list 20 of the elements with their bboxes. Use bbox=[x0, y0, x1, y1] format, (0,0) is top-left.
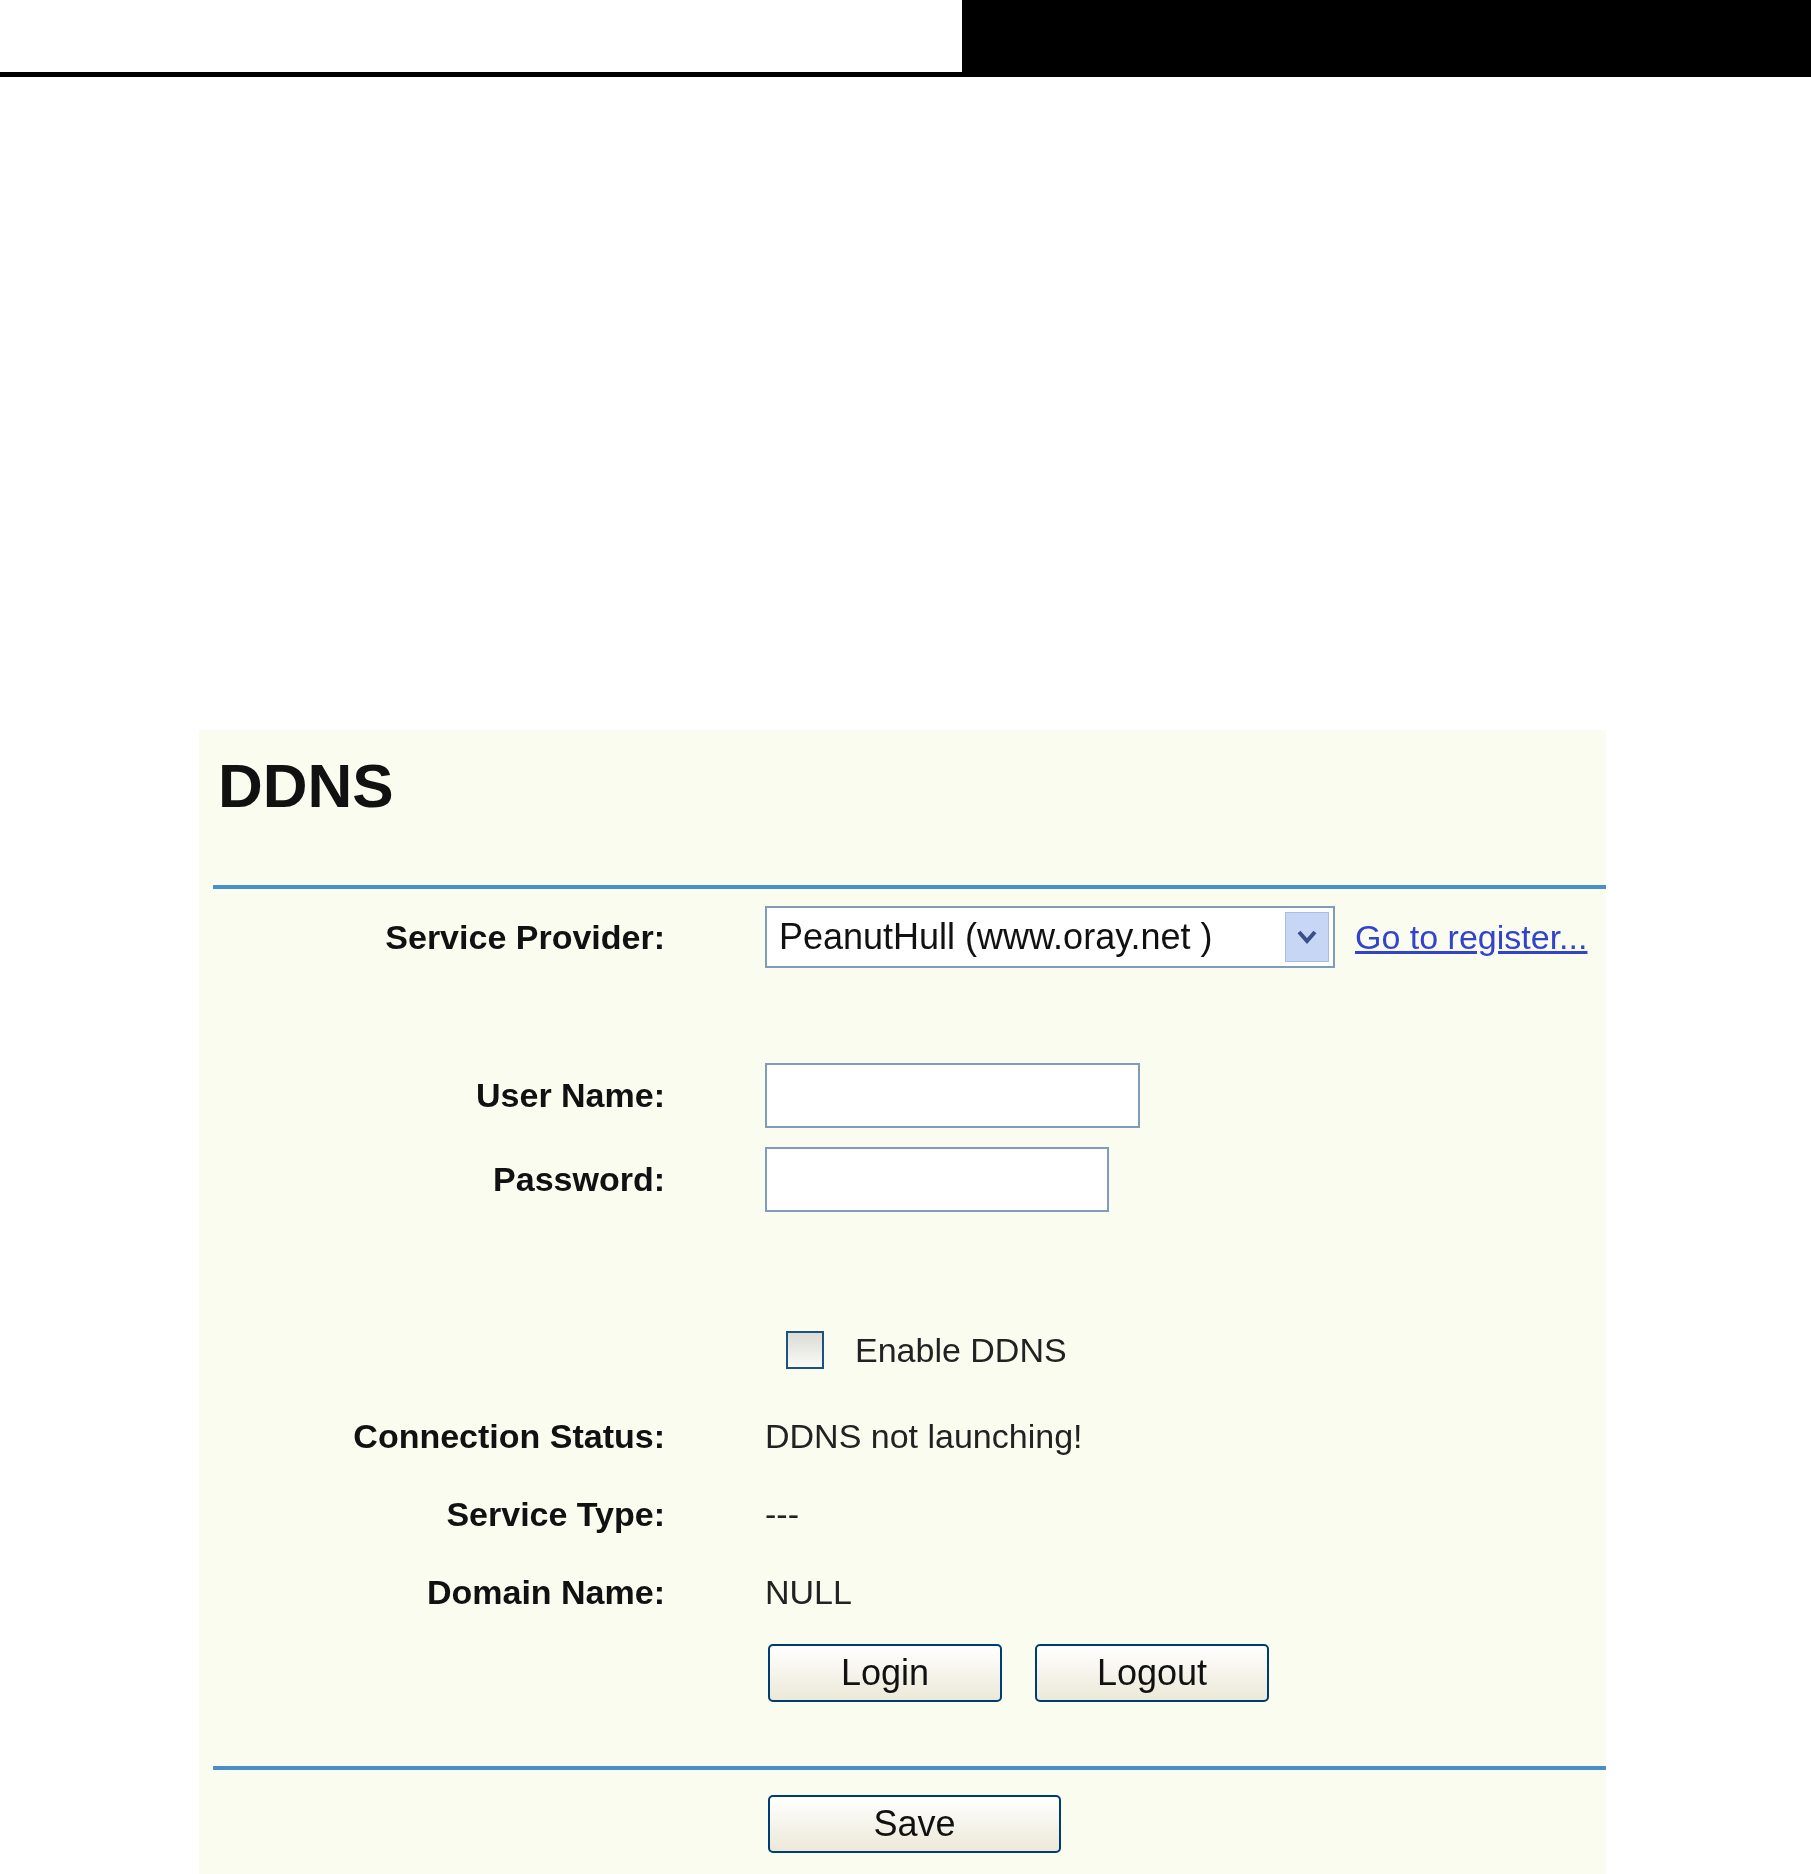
field-label: User Name: bbox=[475, 1076, 665, 1115]
field-value: DDNS not launching! bbox=[765, 1416, 1083, 1456]
action-button[interactable]: Login bbox=[768, 1644, 1002, 1702]
field-label: Service Type: bbox=[445, 1494, 665, 1534]
field-label: Connection Status: bbox=[352, 1416, 665, 1456]
field-value: NULL bbox=[765, 1572, 852, 1612]
register-link[interactable]: Go to register... bbox=[1355, 917, 1588, 957]
checkbox[interactable] bbox=[786, 1331, 824, 1369]
text-field[interactable] bbox=[765, 1063, 1140, 1128]
text-field[interactable] bbox=[765, 1147, 1109, 1212]
caret-icon bbox=[1297, 930, 1317, 944]
field-label: Domain Name: bbox=[425, 1572, 665, 1612]
field-label: Service Provider: bbox=[384, 917, 665, 957]
checkbox-label: Enable DDNS bbox=[855, 1330, 1067, 1370]
page-title: DDNS bbox=[218, 752, 395, 820]
provider-dropdown[interactable]: PeanutHull (www.oray.net ) bbox=[765, 906, 1335, 968]
field-value: --- bbox=[765, 1494, 799, 1534]
action-button[interactable]: Logout bbox=[1035, 1644, 1269, 1702]
save-button[interactable]: Save bbox=[768, 1795, 1061, 1853]
field-label: Password: bbox=[492, 1160, 665, 1199]
